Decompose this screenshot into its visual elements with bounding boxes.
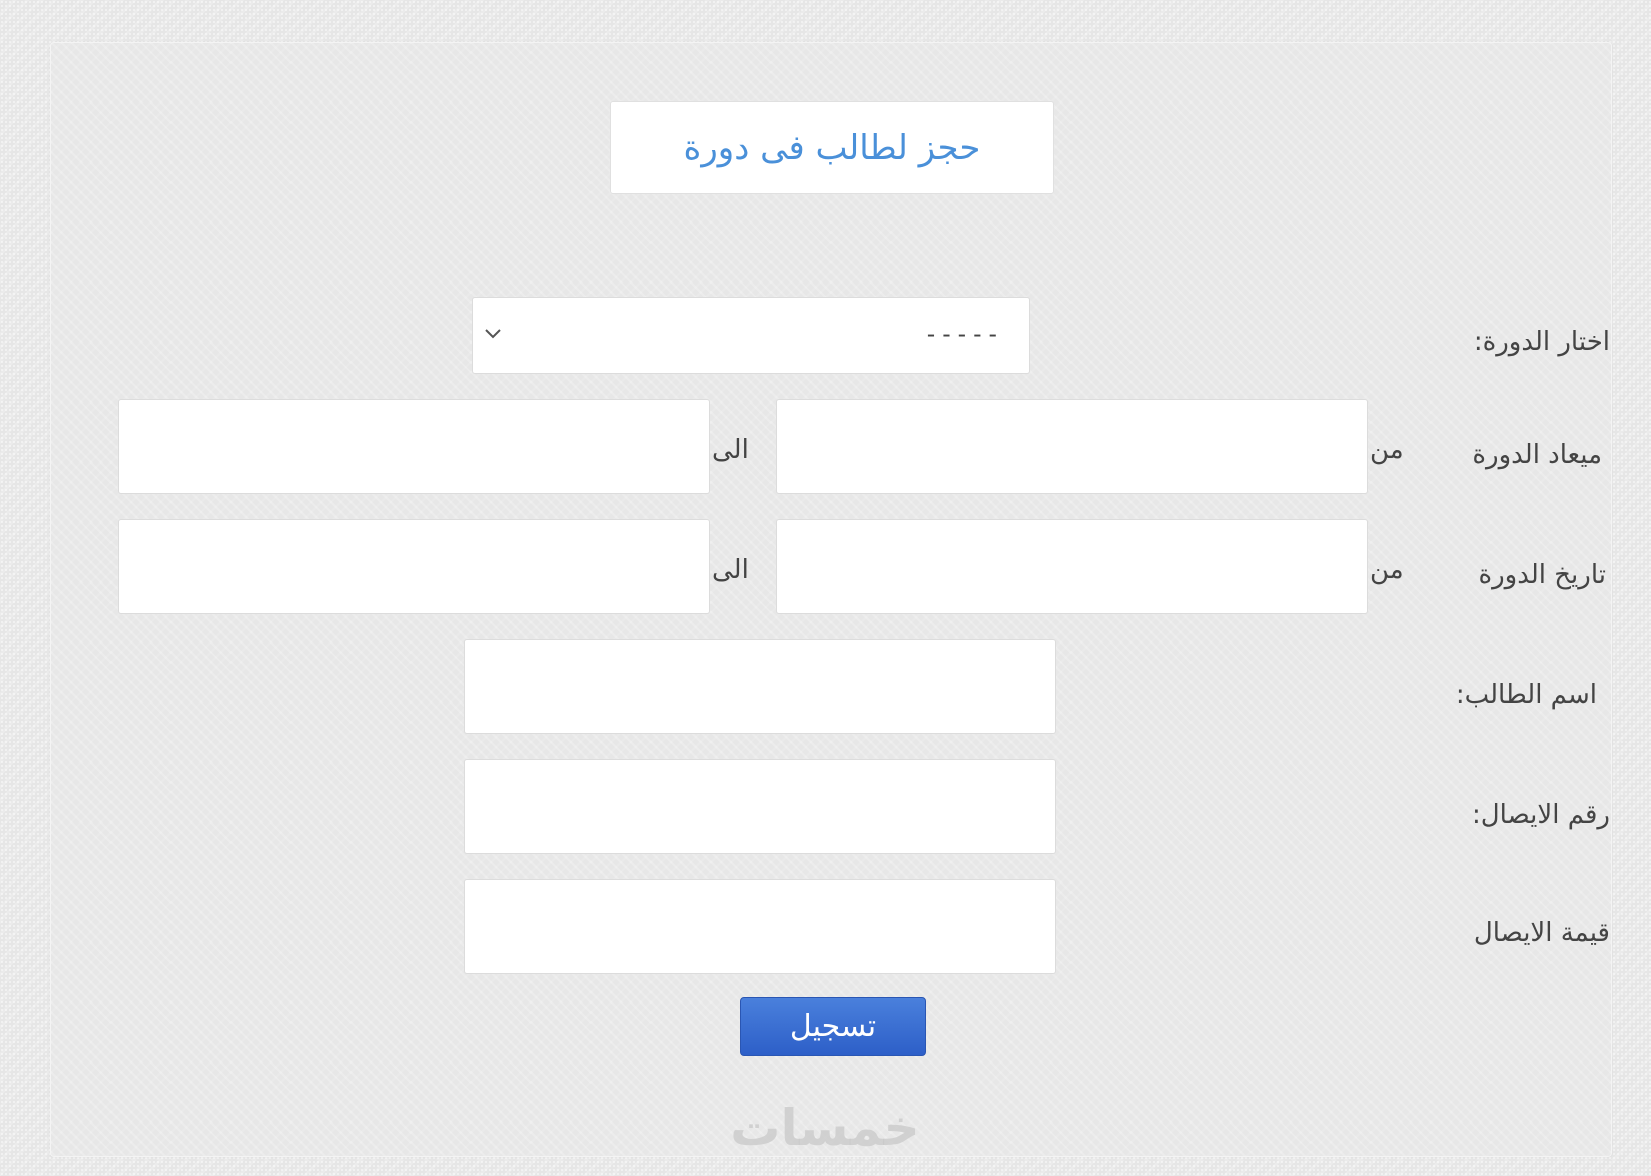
- dates-label: تاريخ الدورة: [1478, 560, 1606, 590]
- schedule-to-label: الى: [712, 435, 749, 465]
- submit-button[interactable]: تسجيل: [740, 997, 926, 1056]
- chevron-down-icon: [485, 329, 501, 339]
- schedule-from-input[interactable]: [776, 399, 1368, 494]
- receipt-number-label: رقم الايصال:: [1472, 800, 1610, 830]
- schedule-to-input[interactable]: [118, 399, 710, 494]
- dates-to-input[interactable]: [118, 519, 710, 614]
- dates-to-label: الى: [712, 555, 749, 585]
- watermark-logo: خمسات: [730, 1099, 920, 1157]
- course-select[interactable]: -----: [472, 297, 1030, 374]
- dates-from-label: من: [1370, 555, 1404, 585]
- dates-from-input[interactable]: [776, 519, 1368, 614]
- form-title-box: حجز لطالب فى دورة: [610, 101, 1054, 194]
- receipt-value-label: قيمة الايصال: [1473, 918, 1610, 948]
- course-select-label: اختار الدورة:: [1473, 327, 1610, 357]
- course-select-value: -----: [923, 320, 1001, 348]
- receipt-value-input[interactable]: [464, 879, 1056, 974]
- schedule-from-label: من: [1370, 435, 1404, 465]
- student-name-label: اسم الطالب:: [1455, 680, 1597, 710]
- student-name-input[interactable]: [464, 639, 1056, 734]
- form-title: حجز لطالب فى دورة: [683, 127, 981, 168]
- receipt-number-input[interactable]: [464, 759, 1056, 854]
- schedule-label: ميعاد الدورة: [1472, 440, 1602, 470]
